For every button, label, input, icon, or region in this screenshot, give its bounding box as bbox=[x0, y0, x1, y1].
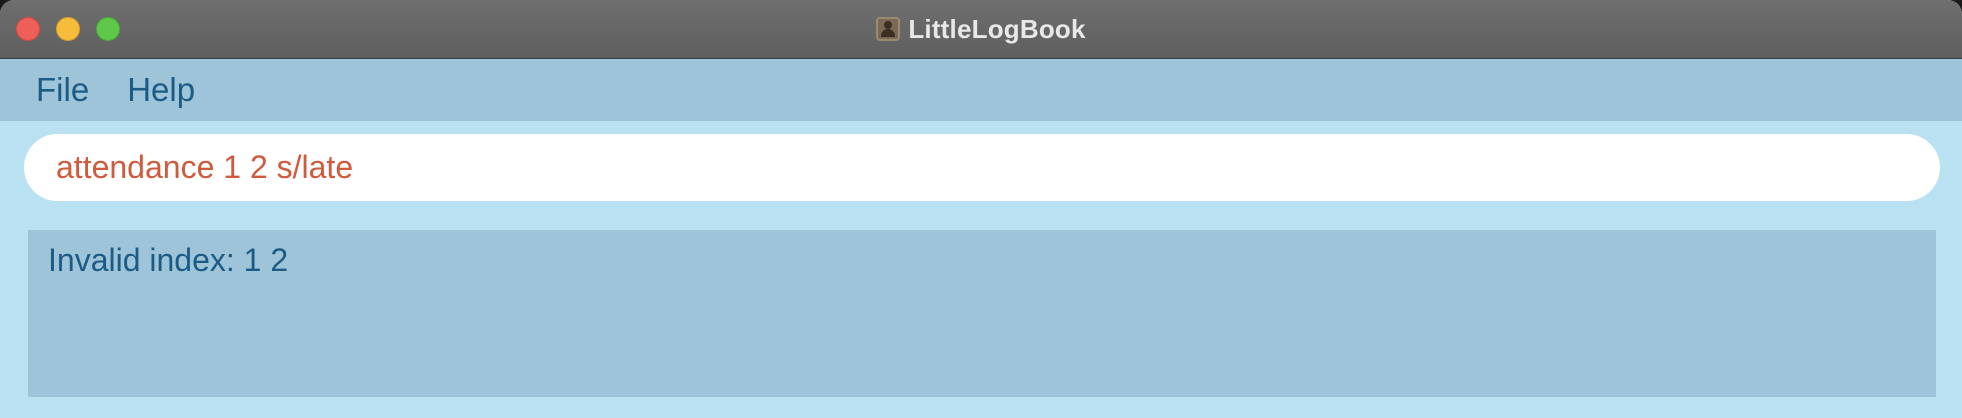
app-window: LittleLogBook File Help Invalid index: 1… bbox=[0, 0, 1962, 418]
window-title: LittleLogBook bbox=[908, 13, 1086, 44]
menu-bar: File Help bbox=[0, 59, 1962, 121]
command-input[interactable] bbox=[54, 148, 1940, 187]
result-message: Invalid index: 1 2 bbox=[48, 242, 289, 278]
result-display: Invalid index: 1 2 bbox=[28, 230, 1936, 397]
menu-help[interactable]: Help bbox=[127, 71, 195, 109]
title-group: LittleLogBook bbox=[0, 0, 1962, 58]
contact-book-icon bbox=[876, 17, 901, 41]
menu-file[interactable]: File bbox=[36, 71, 89, 109]
command-box[interactable] bbox=[24, 134, 1940, 201]
title-bar[interactable]: LittleLogBook bbox=[0, 0, 1962, 59]
